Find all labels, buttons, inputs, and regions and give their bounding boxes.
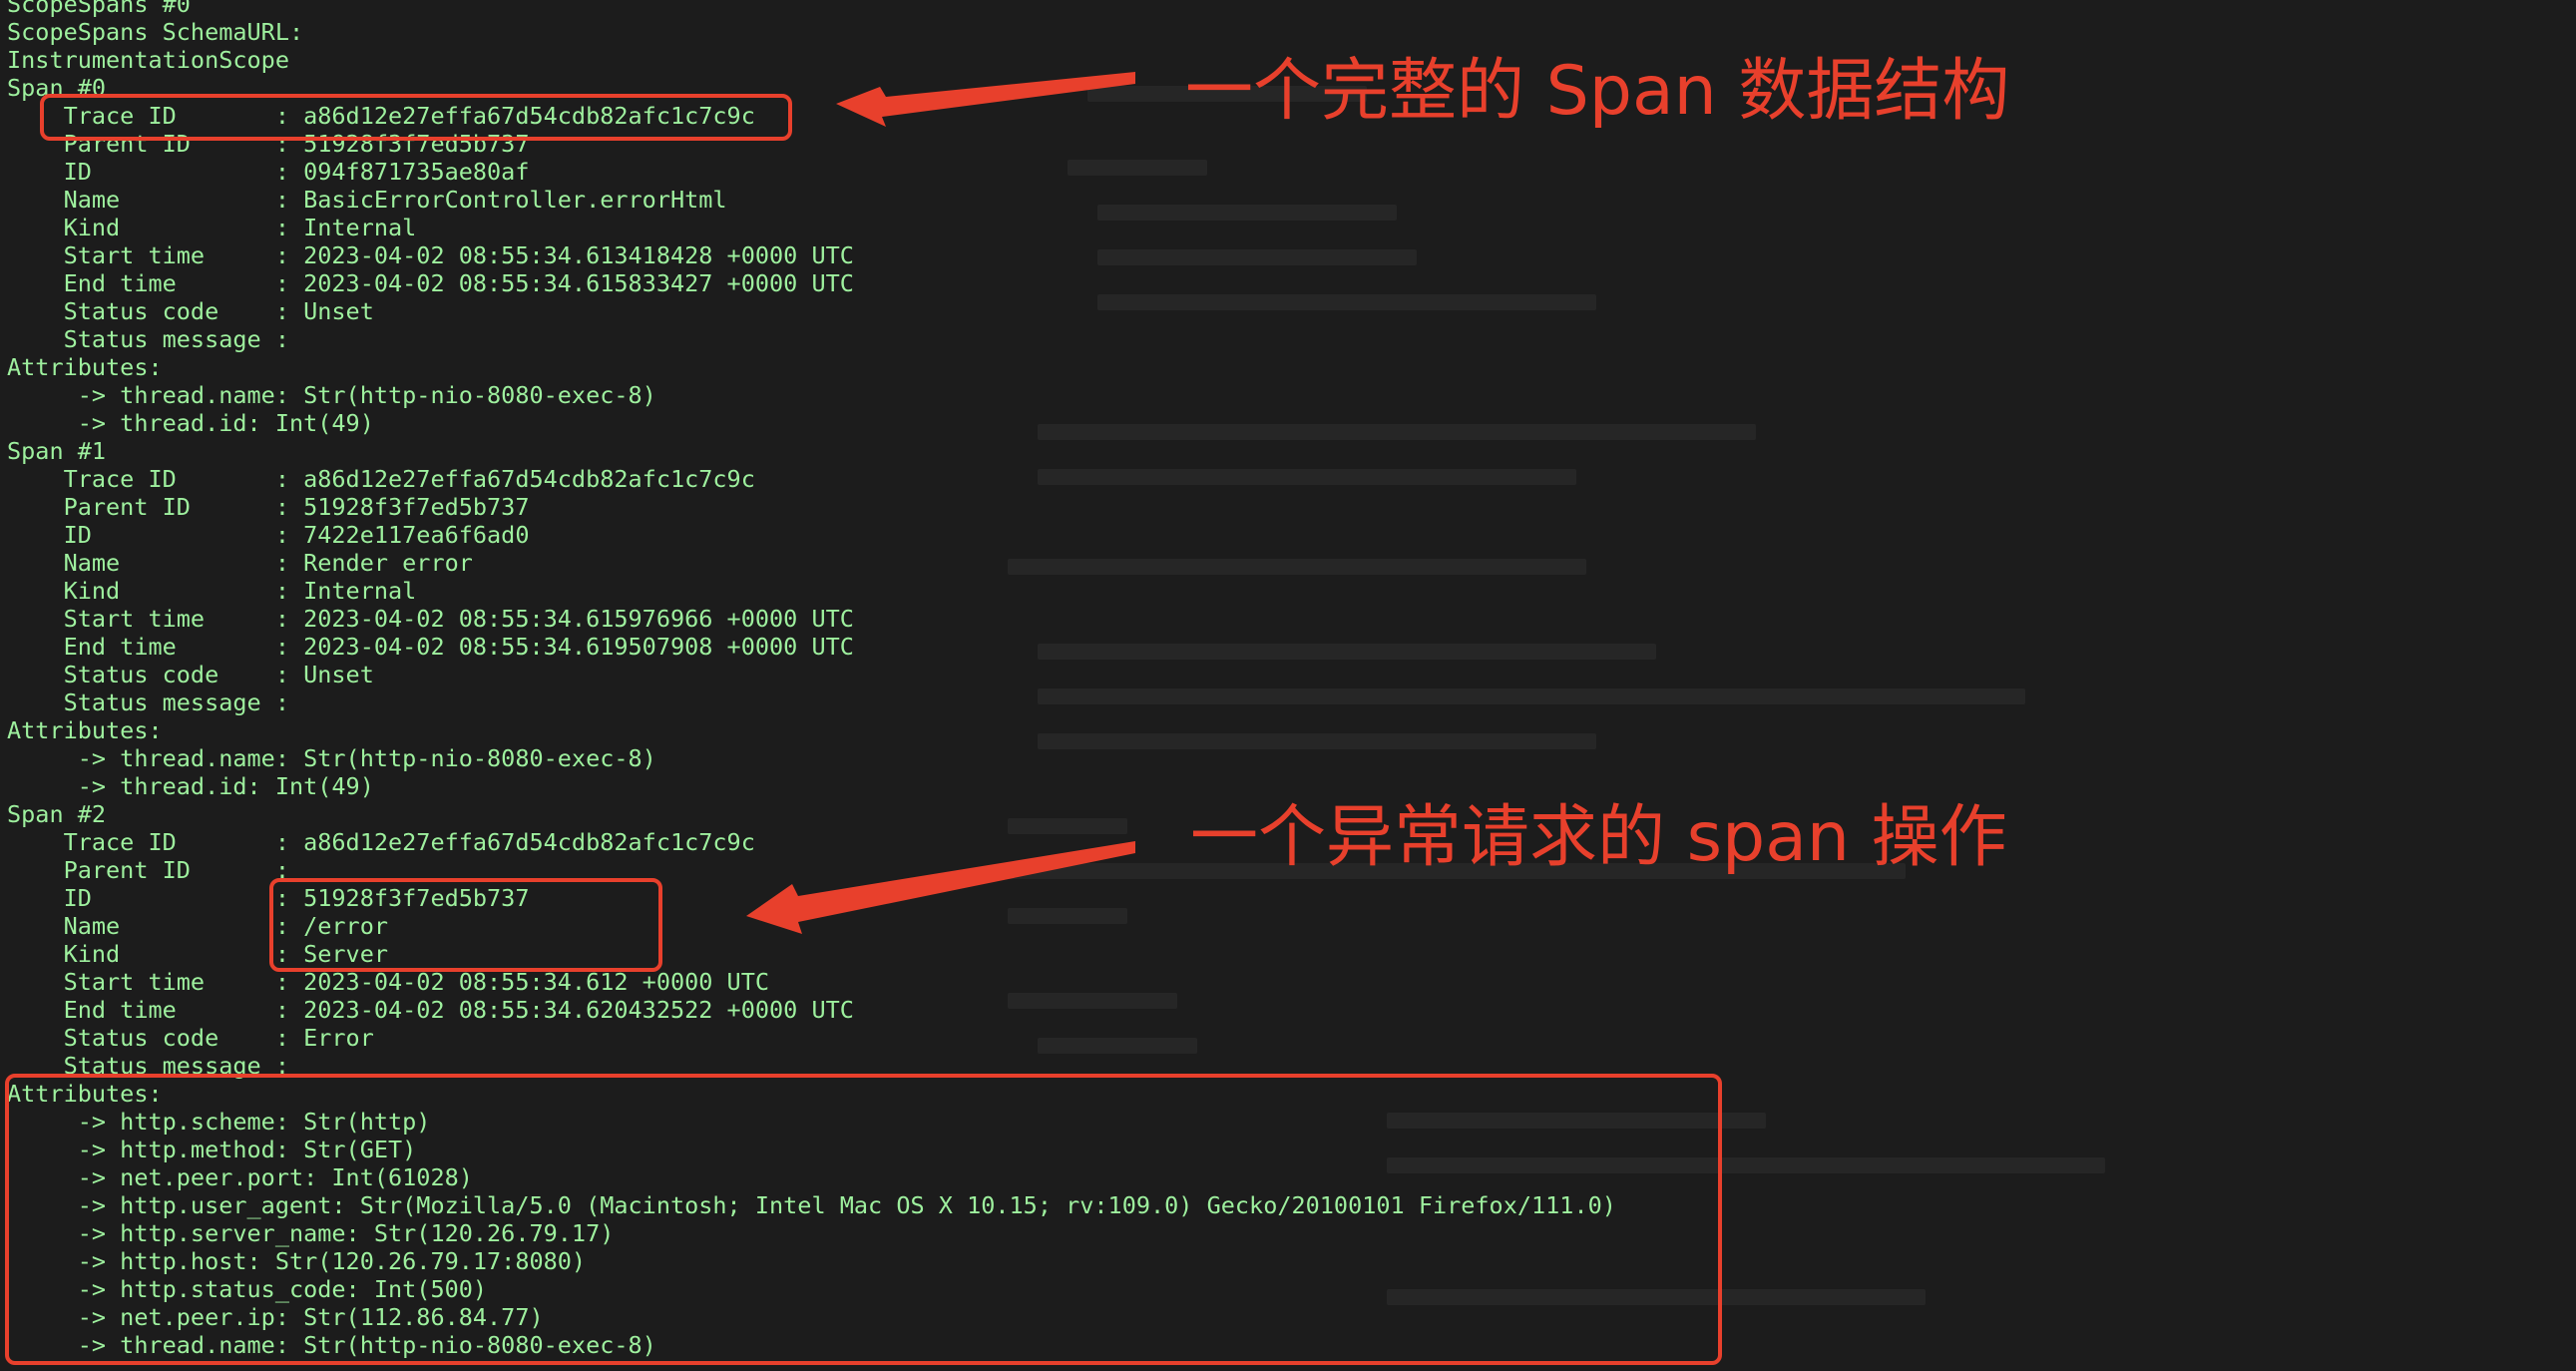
log-line: -> thread.id: Int(49)	[7, 409, 374, 437]
log-line: Kind : Server	[7, 940, 389, 968]
log-line: Status message :	[7, 325, 289, 353]
log-line: Trace ID : a86d12e27effa67d54cdb82afc1c7…	[7, 465, 755, 493]
log-line: Name : /error	[7, 912, 389, 940]
log-line: Parent ID : 51928f3f7ed5b737	[7, 493, 530, 521]
log-line: -> thread.name: Str(http-nio-8080-exec-8…	[7, 381, 656, 409]
log-line: End time : 2023-04-02 08:55:34.615833427…	[7, 269, 854, 297]
log-line: Name : Render error	[7, 549, 473, 577]
log-line: Kind : Internal	[7, 577, 417, 605]
log-line: ID : 51928f3f7ed5b737	[7, 884, 530, 912]
log-line: Attributes:	[7, 716, 163, 744]
highlight-box-attributes	[5, 1074, 1722, 1365]
log-line: End time : 2023-04-02 08:55:34.620432522…	[7, 996, 854, 1024]
log-line: Name : BasicErrorController.errorHtml	[7, 186, 727, 214]
log-line: Status code : Unset	[7, 661, 374, 688]
log-line: Status message :	[7, 688, 289, 716]
callout-top: 一个完整的 Span 数据结构	[1185, 52, 2010, 131]
callout-bottom: 一个异常请求的 span 操作	[1190, 798, 2007, 877]
log-line: Start time : 2023-04-02 08:55:34.6159769…	[7, 605, 854, 633]
log-line: -> thread.id: Int(49)	[7, 772, 374, 800]
log-line: ScopeSpans #0	[7, 0, 191, 18]
log-line: Status code : Error	[7, 1024, 374, 1052]
log-line: Start time : 2023-04-02 08:55:34.6134184…	[7, 241, 854, 269]
log-line: Span #1	[7, 437, 107, 465]
log-line: ScopeSpans SchemaURL:	[7, 18, 304, 46]
log-line: Kind : Internal	[7, 214, 417, 241]
log-line: -> thread.name: Str(http-nio-8080-exec-8…	[7, 744, 656, 772]
log-line: End time : 2023-04-02 08:55:34.619507908…	[7, 633, 854, 661]
highlight-box-span-fields	[269, 878, 662, 972]
log-line: Attributes:	[7, 353, 163, 381]
log-line: ID : 7422e117ea6f6ad0	[7, 521, 530, 549]
log-line: ID : 094f871735ae80af	[7, 158, 530, 186]
terminal-window[interactable]: ScopeSpans #0 ScopeSpans SchemaURL: Instru…	[0, 0, 2576, 1371]
highlight-box-trace-id	[40, 94, 792, 141]
log-line: Status code : Unset	[7, 297, 374, 325]
log-line: Start time : 2023-04-02 08:55:34.612 +00…	[7, 968, 770, 996]
